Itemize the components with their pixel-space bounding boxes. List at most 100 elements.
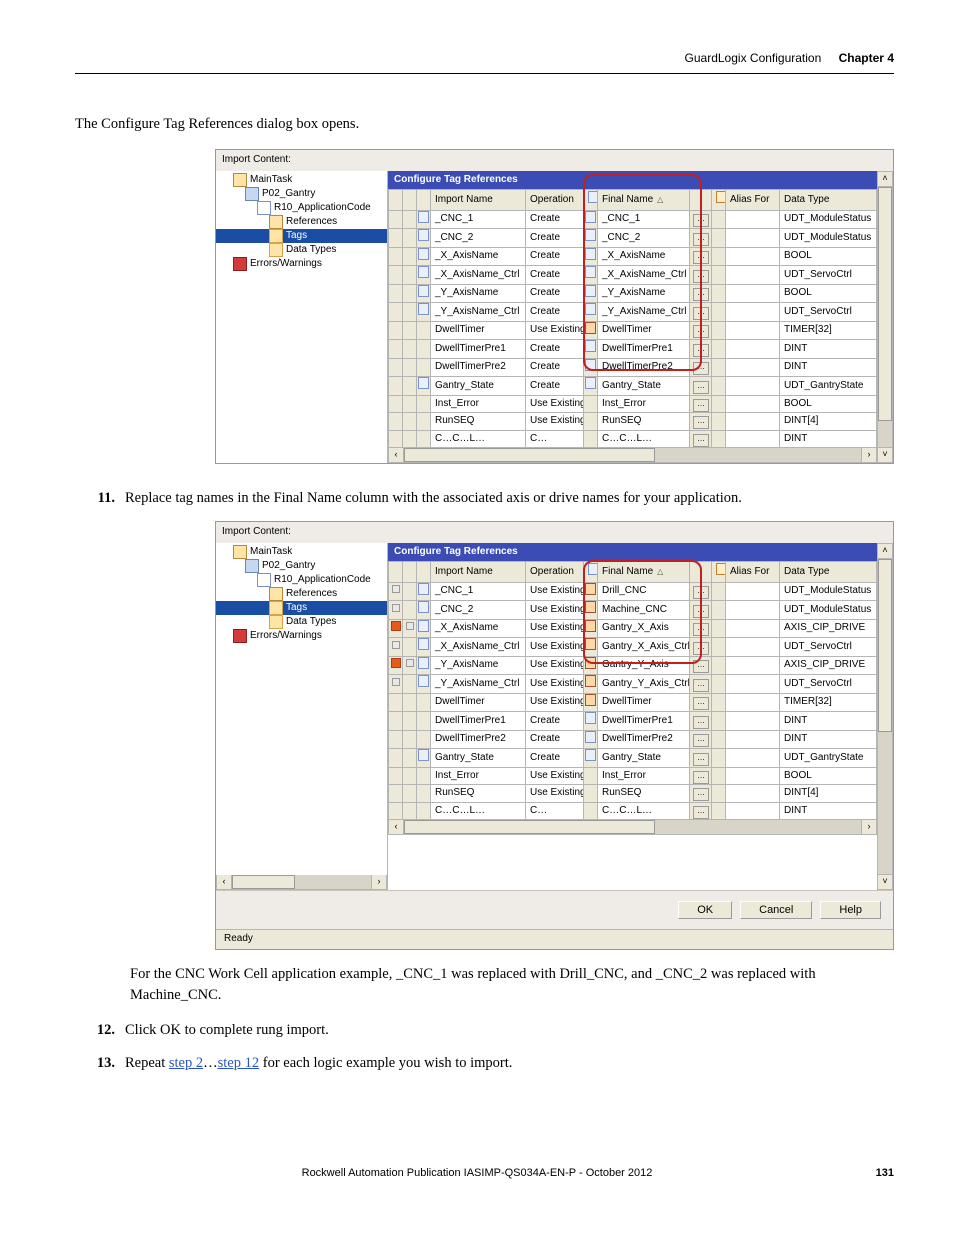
cell-final-name[interactable]: DwellTimerPre1 [598,712,690,731]
cell-final-name[interactable]: DwellTimer [598,693,690,712]
browse-button[interactable]: … [690,601,712,620]
cell-final-name[interactable]: Machine_CNC [598,601,690,620]
table-row[interactable]: RunSEQUse ExistingRunSEQ…DINT[4] [389,785,877,803]
col-alias-for[interactable]: Alias For [726,190,780,211]
table-row[interactable]: Inst_ErrorUse ExistingInst_Error…BOOL [389,395,877,413]
browse-button[interactable]: … [690,712,712,731]
table-row[interactable]: DwellTimerPre1CreateDwellTimerPre1…DINT [389,340,877,359]
cell-operation[interactable]: Use Existing [526,767,584,785]
cell-operation[interactable]: Use Existing [526,395,584,413]
col-alias-icon[interactable] [712,190,726,211]
cell-operation[interactable]: Use Existing [526,693,584,712]
tree-errors[interactable]: Errors/Warnings [216,629,387,643]
link-step-12[interactable]: step 12 [218,1055,259,1071]
col-alias-for[interactable]: Alias For [726,562,780,583]
table-row[interactable]: DwellTimerPre2CreateDwellTimerPre2…DINT [389,730,877,749]
browse-button[interactable]: … [690,693,712,712]
browse-button[interactable]: … [690,284,712,303]
cell-operation[interactable]: Create [526,266,584,285]
table-row[interactable]: _CNC_2Create_CNC_2…UDT_ModuleStatus [389,229,877,248]
browse-button[interactable]: … [690,582,712,601]
table-row[interactable]: Inst_ErrorUse ExistingInst_Error…BOOL [389,767,877,785]
cell-final-name[interactable]: RunSEQ [598,413,690,431]
tree-appcode[interactable]: R10_ApplicationCode [216,573,387,587]
table-row[interactable]: RunSEQUse ExistingRunSEQ…DINT[4] [389,413,877,431]
cell-operation[interactable]: Use Existing [526,656,584,675]
tree-horizontal-scrollbar[interactable]: ‹› [216,875,387,890]
ok-button[interactable]: OK [678,901,732,919]
horizontal-scrollbar[interactable]: ‹› [388,448,877,463]
cell-final-name[interactable]: Gantry_X_Axis_Ctrl [598,638,690,657]
browse-button[interactable]: … [690,395,712,413]
tree-datatypes[interactable]: Data Types [216,243,387,257]
col-data-type[interactable]: Data Type [780,190,877,211]
cancel-button[interactable]: Cancel [740,901,812,919]
cell-operation[interactable]: C… [526,802,584,820]
browse-button[interactable]: … [690,229,712,248]
cell-final-name[interactable]: _X_AxisName_Ctrl [598,266,690,285]
cell-operation[interactable]: Create [526,284,584,303]
browse-button[interactable]: … [690,802,712,820]
cell-operation[interactable]: Create [526,340,584,359]
table-row[interactable]: C…C…L…C…C…C…L……DINT [389,802,877,820]
help-button[interactable]: Help [820,901,881,919]
tree-tags[interactable]: Tags [216,229,387,243]
browse-button[interactable]: … [690,749,712,768]
cell-final-name[interactable]: Inst_Error [598,767,690,785]
table-row[interactable]: _X_AxisName_CtrlUse ExistingGantry_X_Axi… [389,638,877,657]
tree-references[interactable]: References [216,215,387,229]
table-row[interactable]: Gantry_StateCreateGantry_State…UDT_Gantr… [389,377,877,396]
browse-button[interactable]: … [690,656,712,675]
vertical-scrollbar[interactable]: ˄˅ [877,171,893,464]
cell-operation[interactable]: Use Existing [526,785,584,803]
cell-final-name[interactable]: C…C…L… [598,430,690,448]
col-import-name[interactable]: Import Name [431,562,526,583]
col-alias-icon[interactable] [712,562,726,583]
tree-datatypes[interactable]: Data Types [216,615,387,629]
tree-maintask[interactable]: MainTask [216,173,387,187]
browse-button[interactable]: … [690,730,712,749]
browse-button[interactable]: … [690,358,712,377]
browse-button[interactable]: … [690,303,712,322]
cell-operation[interactable]: Create [526,730,584,749]
cell-final-name[interactable]: DwellTimerPre2 [598,358,690,377]
cell-final-name[interactable]: Gantry_State [598,377,690,396]
horizontal-scrollbar[interactable]: ‹› [388,820,877,835]
cell-operation[interactable]: Create [526,358,584,377]
table-row[interactable]: DwellTimerUse ExistingDwellTimer…TIMER[3… [389,693,877,712]
cell-operation[interactable]: Use Existing [526,638,584,657]
cell-final-name[interactable]: Gantry_Y_Axis [598,656,690,675]
table-row[interactable]: _X_AxisNameUse ExistingGantry_X_Axis…AXI… [389,619,877,638]
table-row[interactable]: _CNC_2Use ExistingMachine_CNC…UDT_Module… [389,601,877,620]
cell-operation[interactable]: Use Existing [526,619,584,638]
browse-button[interactable]: … [690,619,712,638]
col-final-icon[interactable] [584,190,598,211]
browse-button[interactable]: … [690,675,712,694]
table-row[interactable]: DwellTimerUse ExistingDwellTimer…TIMER[3… [389,321,877,340]
browse-button[interactable]: … [690,377,712,396]
cell-final-name[interactable]: Gantry_X_Axis [598,619,690,638]
table-row[interactable]: DwellTimerPre2CreateDwellTimerPre2…DINT [389,358,877,377]
col-final-icon[interactable] [584,562,598,583]
cell-operation[interactable]: Create [526,229,584,248]
cell-final-name[interactable]: Drill_CNC [598,582,690,601]
browse-button[interactable]: … [690,430,712,448]
table-row[interactable]: _Y_AxisNameUse ExistingGantry_Y_Axis…AXI… [389,656,877,675]
table-row[interactable]: _X_AxisNameCreate_X_AxisName…BOOL [389,247,877,266]
tree-maintask[interactable]: MainTask [216,545,387,559]
tree-appcode[interactable]: R10_ApplicationCode [216,201,387,215]
cell-final-name[interactable]: Gantry_State [598,749,690,768]
browse-button[interactable]: … [690,785,712,803]
browse-button[interactable]: … [690,767,712,785]
cell-final-name[interactable]: Gantry_Y_Axis_Ctrl [598,675,690,694]
cell-operation[interactable]: Create [526,712,584,731]
col-data-type[interactable]: Data Type [780,562,877,583]
browse-button[interactable]: … [690,638,712,657]
col-final-name[interactable]: Final Name△ [598,190,690,211]
cell-operation[interactable]: Create [526,247,584,266]
cell-final-name[interactable]: _Y_AxisName_Ctrl [598,303,690,322]
col-final-name[interactable]: Final Name△ [598,562,690,583]
cell-operation[interactable]: Use Existing [526,321,584,340]
browse-button[interactable]: … [690,266,712,285]
cell-final-name[interactable]: DwellTimerPre2 [598,730,690,749]
